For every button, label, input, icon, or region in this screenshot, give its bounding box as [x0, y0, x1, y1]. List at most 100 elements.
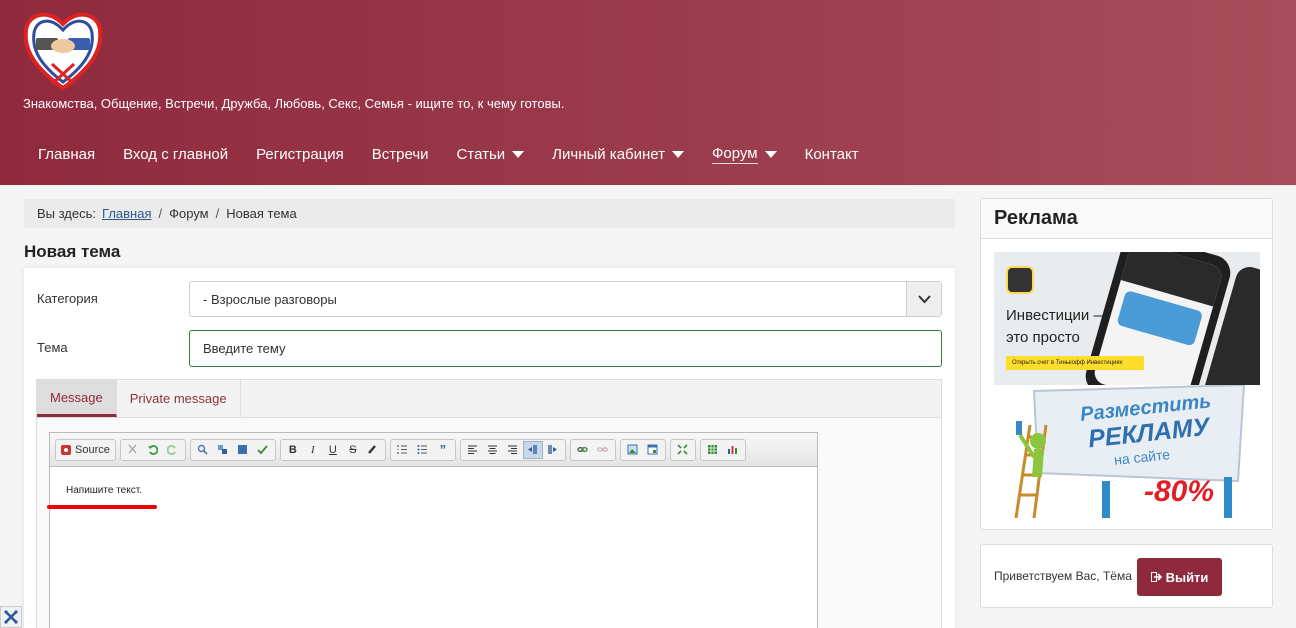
nav-item-label: Форум [712, 145, 758, 164]
select-all-icon[interactable] [233, 441, 253, 459]
site-header: Знакомства, Общение, Встречи, Дружба, Лю… [0, 0, 1296, 185]
breadcrumb-prefix: Вы здесь: [37, 206, 97, 221]
rtl-direction-icon[interactable] [543, 441, 563, 459]
numbered-list-icon[interactable] [393, 441, 413, 459]
underline-button[interactable]: U [323, 441, 343, 459]
tab-private-message[interactable]: Private message [117, 380, 241, 417]
logout-button-label: Выйти [1165, 569, 1209, 585]
category-selected-value: - Взрослые разговоры [203, 291, 337, 307]
align-center-icon[interactable] [483, 441, 503, 459]
toolbar-group-insert [619, 438, 666, 461]
nav-item-label: Главная [38, 146, 96, 163]
cut-icon[interactable] [123, 441, 143, 459]
topic-label: Тема [37, 340, 68, 355]
nav-item-contact[interactable]: Контакт [791, 138, 873, 171]
breadcrumb: Вы здесь: Главная / Форум / Новая тема [24, 199, 955, 228]
maximize-icon[interactable] [673, 441, 693, 459]
chevron-down-icon[interactable] [906, 282, 941, 316]
nav-item-forum[interactable]: Форум [698, 138, 791, 171]
advert-banner-investments[interactable]: Инвестиции — это просто Открыть счет в Т… [994, 252, 1260, 385]
spellcheck-icon[interactable] [253, 441, 273, 459]
advert-title: Реклама [981, 199, 1272, 239]
chart-icon[interactable] [723, 441, 743, 459]
message-tabs: Message Private message [37, 380, 941, 418]
tab-message[interactable]: Message [37, 380, 117, 417]
red-highlight-mark [47, 505, 157, 509]
toolbar-group-misc [699, 438, 746, 461]
topic-input[interactable] [189, 330, 942, 367]
editor-placeholder-text: Напишите текст. [66, 485, 142, 496]
bulleted-list-icon[interactable] [413, 441, 433, 459]
breadcrumb-current: Новая тема [226, 206, 297, 221]
editor-content[interactable]: Напишите текст. [47, 467, 817, 627]
source-button-label: Source [75, 443, 110, 456]
breadcrumb-home-link[interactable]: Главная [102, 206, 151, 221]
caret-down-icon [672, 151, 685, 158]
image-icon[interactable] [623, 441, 643, 459]
site-logo[interactable] [22, 8, 104, 94]
bold-button[interactable]: B [283, 441, 303, 459]
remove-format-icon[interactable] [363, 441, 383, 459]
new-topic-form: Категория - Взрослые разговоры Тема Mess… [24, 268, 955, 628]
editor-toolbar: Source B I U S ” [50, 433, 817, 467]
advert-line-2: это просто [1006, 329, 1080, 346]
toolbar-group-history [119, 438, 186, 461]
rich-text-editor: Source B I U S ” Напишите текст. [47, 432, 818, 628]
align-left-icon[interactable] [463, 441, 483, 459]
toolbar-group-view [669, 438, 696, 461]
site-tagline: Знакомства, Общение, Встречи, Дружба, Лю… [23, 96, 565, 111]
nav-item-label: Личный кабинет [552, 146, 666, 163]
logout-icon [1150, 572, 1162, 582]
caret-down-icon [764, 151, 777, 158]
advert-card: Реклама Инвестиции — это просто Открыть … [980, 198, 1273, 530]
toolbar-group-find [189, 438, 276, 461]
unlink-icon[interactable] [593, 441, 613, 459]
nav-item-label: Встречи [371, 146, 429, 163]
advert-banner-place-ad[interactable]: Разместить РЕКЛАМУ на сайте -80% [994, 385, 1260, 518]
user-card: Приветствуем Вас, Тёма Выйти [980, 544, 1273, 608]
advert-cta: Открыть счет в Тинькофф Инвестициях [1006, 356, 1144, 370]
nav-item-label: Регистрация [256, 146, 344, 163]
undo-icon[interactable] [143, 441, 163, 459]
user-greeting: Приветствуем Вас, Тёма [994, 569, 1132, 583]
embed-icon[interactable] [643, 441, 663, 459]
nav-item-meetings[interactable]: Встречи [358, 138, 443, 171]
logout-button[interactable]: Выйти [1137, 558, 1222, 596]
ltr-direction-icon[interactable] [522, 440, 543, 459]
source-button[interactable]: Source [58, 441, 113, 459]
blockquote-icon[interactable]: ” [433, 441, 453, 459]
toolbar-group-source: Source [55, 438, 116, 461]
nav-item-account[interactable]: Личный кабинет [538, 138, 698, 171]
nav-item-label: Контакт [804, 146, 859, 163]
nav-item-label: Вход с главной [123, 146, 229, 163]
caret-down-icon [512, 151, 525, 158]
toolbar-group-align [459, 438, 566, 461]
nav-item-login-home[interactable]: Вход с главной [109, 138, 242, 171]
align-right-icon[interactable] [503, 441, 523, 459]
redo-icon[interactable] [163, 441, 183, 459]
breadcrumb-separator: / [215, 206, 220, 221]
breadcrumb-forum: Форум [169, 206, 209, 221]
find-icon[interactable] [193, 441, 213, 459]
strikethrough-button[interactable]: S [343, 441, 363, 459]
app-icon [1006, 266, 1034, 294]
toolbar-group-format: B I U S [279, 438, 386, 461]
category-label: Категория [37, 291, 98, 306]
link-icon[interactable] [573, 441, 593, 459]
message-tabs-panel: Message Private message Source B I U S ”… [36, 379, 942, 628]
nav-item-home[interactable]: Главная [24, 138, 109, 171]
nav-item-registration[interactable]: Регистрация [242, 138, 358, 171]
italic-button[interactable]: I [303, 441, 323, 459]
nav-item-articles[interactable]: Статьи [443, 138, 539, 171]
advert2-discount: -80% [1144, 475, 1215, 508]
breadcrumb-separator: / [158, 206, 163, 221]
advert-line-1: Инвестиции — [1006, 307, 1109, 324]
toolbar-group-link [569, 438, 616, 461]
joomla-icon[interactable] [0, 606, 22, 628]
table-icon[interactable] [703, 441, 723, 459]
nav-item-label: Статьи [456, 146, 506, 163]
toolbar-group-lists: ” [389, 438, 456, 461]
main-nav: Главная Вход с главной Регистрация Встре… [24, 138, 873, 171]
category-select[interactable]: - Взрослые разговоры [189, 281, 942, 317]
replace-icon[interactable] [213, 441, 233, 459]
